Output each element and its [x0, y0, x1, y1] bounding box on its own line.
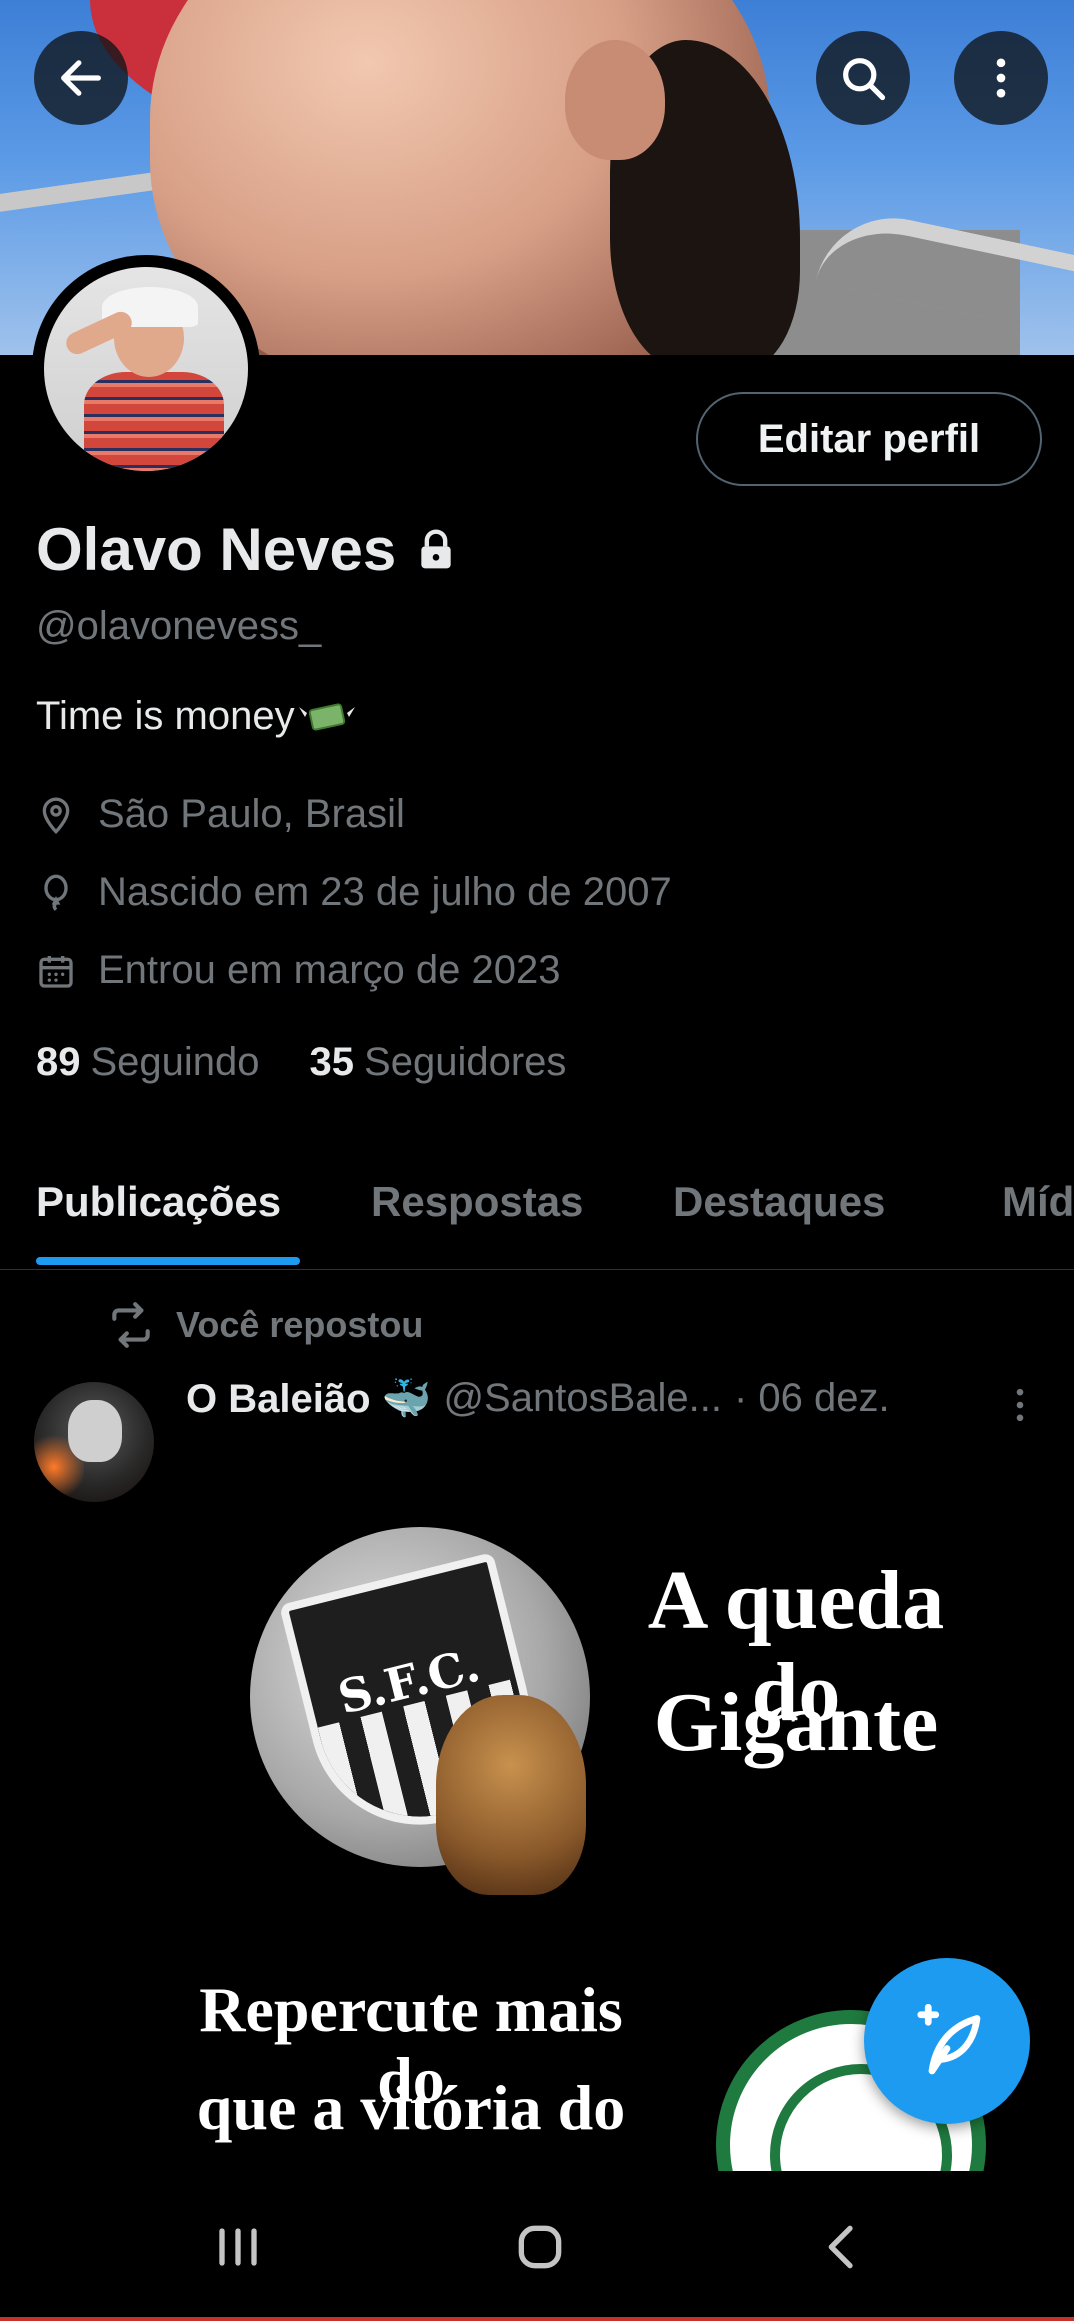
location-text: São Paulo, Brasil: [98, 792, 405, 836]
search-button[interactable]: [816, 31, 910, 125]
repost-indicator: Você repostou: [106, 1300, 423, 1350]
bottom-edge-line: [0, 2317, 1074, 2321]
post-header: O Baleião 🐳 @SantosBale... · 06 dez.: [186, 1375, 890, 1422]
profile-name: Olavo Neves: [36, 516, 397, 583]
followers-label: Seguidores: [364, 1040, 567, 1084]
joined-text: Entrou em março de 2023: [98, 948, 561, 992]
birthdate-text: Nascido em 23 de julho de 2007: [98, 870, 672, 914]
lion-graphic: [436, 1695, 586, 1895]
repost-icon: [112, 1302, 150, 1348]
recent-apps-icon: [219, 2228, 257, 2266]
lock-icon: [421, 528, 451, 568]
tab-publicacoes[interactable]: Publicações: [36, 1178, 281, 1226]
recent-apps-button[interactable]: [198, 2207, 278, 2287]
edit-profile-button[interactable]: Editar perfil: [696, 392, 1042, 486]
post-author-name[interactable]: O Baleião 🐳: [186, 1375, 431, 1422]
banner-ear: [565, 40, 665, 160]
following-count: 89: [36, 1040, 81, 1084]
balloon-icon: [44, 874, 68, 911]
back-button[interactable]: [34, 31, 128, 125]
following-label: Seguindo: [90, 1040, 260, 1084]
active-tab-indicator: [36, 1257, 300, 1265]
repost-label: Você repostou: [176, 1304, 424, 1345]
profile-bio: Time is money: [36, 694, 355, 739]
more-options-button[interactable]: [954, 31, 1048, 125]
search-icon: [843, 58, 886, 101]
profile-handle: @olavonevess_: [36, 604, 322, 648]
system-back-button[interactable]: [802, 2207, 882, 2287]
image-text-line4: que a vitória do: [196, 2072, 626, 2143]
home-icon: [518, 2225, 562, 2269]
home-button[interactable]: [500, 2207, 580, 2287]
money-with-wings-icon: [298, 702, 355, 731]
image-text-line2: Gigante: [653, 1676, 939, 1769]
calendar-icon: [39, 955, 73, 988]
tab-destaques[interactable]: Destaques: [673, 1178, 885, 1226]
following-link[interactable]: 89 Seguindo: [36, 1040, 260, 1085]
compose-button[interactable]: [864, 1958, 1030, 2124]
profile-joined: Entrou em março de 2023: [36, 948, 560, 993]
profile-name-row: Olavo Neves: [36, 515, 458, 584]
avatar-image: [44, 267, 248, 471]
follow-stats: 89 Seguindo 35 Seguidores: [36, 1040, 566, 1085]
profile-location: São Paulo, Brasil: [36, 792, 405, 837]
profile-avatar[interactable]: [32, 255, 260, 483]
chevron-left-icon: [828, 2225, 853, 2269]
location-pin-icon: [42, 797, 70, 834]
tab-midia[interactable]: Mídia: [1002, 1178, 1074, 1226]
profile-tabs: Publicações Respostas Destaques Mídia: [0, 1160, 1074, 1270]
bio-text: Time is money: [36, 694, 295, 738]
post-author-avatar[interactable]: [34, 1382, 154, 1502]
followers-count: 35: [309, 1040, 355, 1084]
post-author-handle[interactable]: @SantosBale...: [443, 1376, 722, 1421]
profile-birthdate: Nascido em 23 de julho de 2007: [36, 870, 672, 915]
more-vertical-icon: [996, 58, 1006, 98]
post-date[interactable]: · 06 dez.: [734, 1376, 890, 1421]
post-more-icon[interactable]: [998, 1380, 1042, 1430]
system-nav-bar: [0, 2171, 1074, 2317]
tab-respostas[interactable]: Respostas: [371, 1178, 583, 1226]
arrow-left-icon: [61, 60, 101, 96]
followers-link[interactable]: 35 Seguidores: [310, 1040, 567, 1085]
compose-feather-icon: [917, 2003, 981, 2075]
